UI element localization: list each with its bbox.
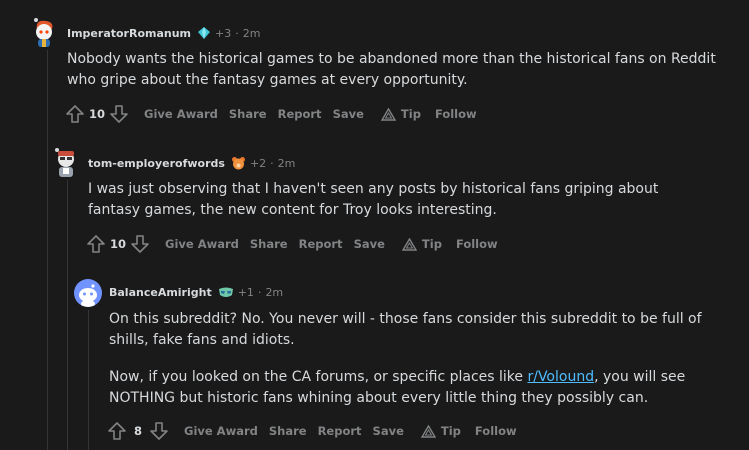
comment-actions: 8 Give Award Share Report Save Tip Follo… [106, 420, 517, 442]
comment-body: On this subreddit? No. You never will - … [109, 309, 729, 409]
comment-meta: BalanceAmiright +1 · 2m [109, 286, 283, 299]
share-button[interactable]: Share [269, 424, 307, 438]
avatar[interactable] [32, 17, 60, 47]
thread-line[interactable] [88, 310, 89, 450]
separator: · [257, 286, 262, 299]
give-award-button[interactable]: Give Award [144, 107, 218, 121]
default-snoo-avatar-icon [79, 284, 97, 307]
timestamp[interactable]: 2m [278, 157, 296, 170]
timestamp[interactable]: 2m [243, 27, 261, 40]
avatar[interactable] [53, 147, 81, 177]
share-button[interactable]: Share [250, 237, 288, 251]
upvote-icon [87, 235, 105, 253]
tip-button[interactable]: Tip [380, 107, 421, 121]
share-button[interactable]: Share [229, 107, 267, 121]
comment-actions: 10 Give Award Share Report Save Tip Foll… [64, 103, 477, 125]
tip-label: Tip [421, 237, 442, 251]
comment-body: I was just observing that I haven't seen… [88, 179, 688, 221]
report-button[interactable]: Report [299, 237, 343, 251]
votes-info: +3 [215, 26, 232, 40]
tip-label: Tip [440, 424, 461, 438]
downvote-icon [110, 105, 128, 123]
vote-score: 10 [89, 107, 106, 121]
tip-triangle-icon [420, 424, 436, 438]
tip-label: Tip [400, 107, 421, 121]
comment-paragraph: Nobody wants the historical games to be … [67, 51, 716, 88]
snoo-avatar-icon [55, 148, 74, 177]
downvote-icon [150, 422, 168, 440]
thread-line[interactable] [47, 50, 48, 450]
downvote-button[interactable] [148, 420, 170, 442]
comment-actions: 10 Give Award Share Report Save Tip Foll… [85, 233, 498, 255]
diamond-flair-icon [197, 26, 211, 40]
username[interactable]: tom-employerofwords [88, 157, 225, 170]
upvote-icon [66, 105, 84, 123]
downvote-icon [131, 235, 149, 253]
username[interactable]: ImperatorRomanum [67, 27, 191, 40]
mask-flair-icon [218, 286, 234, 299]
comment-paragraph: On this subreddit? No. You never will - … [109, 311, 702, 348]
follow-button[interactable]: Follow [435, 107, 477, 121]
follow-button[interactable]: Follow [475, 424, 517, 438]
save-button[interactable]: Save [354, 237, 385, 251]
downvote-button[interactable] [129, 233, 151, 255]
upvote-button[interactable] [64, 103, 86, 125]
tip-button[interactable]: Tip [420, 424, 461, 438]
votes-info: +2 [249, 156, 267, 170]
follow-button[interactable]: Follow [456, 237, 498, 251]
comment-body: Nobody wants the historical games to be … [67, 49, 727, 91]
comment-meta: ImperatorRomanum +3 · 2m [67, 26, 260, 40]
timestamp[interactable]: 2m [265, 286, 283, 299]
subreddit-link[interactable]: r/Volound [527, 369, 594, 385]
tip-button[interactable]: Tip [401, 237, 442, 251]
tip-triangle-icon [380, 107, 396, 121]
paragraph-text: Now, if you looked on the CA forums, or … [109, 369, 528, 385]
bear-flair-icon [231, 156, 246, 170]
report-button[interactable]: Report [318, 424, 362, 438]
comment-paragraph: I was just observing that I haven't seen… [88, 181, 659, 218]
downvote-button[interactable] [108, 103, 130, 125]
vote-score: 10 [110, 237, 127, 251]
comment-meta: tom-employerofwords +2 · 2m [88, 156, 295, 170]
save-button[interactable]: Save [333, 107, 364, 121]
give-award-button[interactable]: Give Award [165, 237, 239, 251]
vote-score: 8 [133, 424, 142, 438]
votes-info: +1 [237, 286, 254, 299]
save-button[interactable]: Save [373, 424, 404, 438]
username[interactable]: BalanceAmiright [109, 286, 212, 299]
separator: · [270, 156, 274, 170]
upvote-button[interactable] [85, 233, 107, 255]
avatar[interactable] [74, 279, 102, 307]
upvote-button[interactable] [106, 420, 128, 442]
snoo-avatar-icon [34, 18, 53, 47]
comment-paragraph: Now, if you looked on the CA forums, or … [109, 367, 729, 409]
tip-triangle-icon [401, 237, 417, 251]
thread-line[interactable] [67, 180, 68, 450]
give-award-button[interactable]: Give Award [184, 424, 258, 438]
upvote-icon [108, 422, 126, 440]
separator: · [235, 26, 239, 40]
report-button[interactable]: Report [278, 107, 322, 121]
